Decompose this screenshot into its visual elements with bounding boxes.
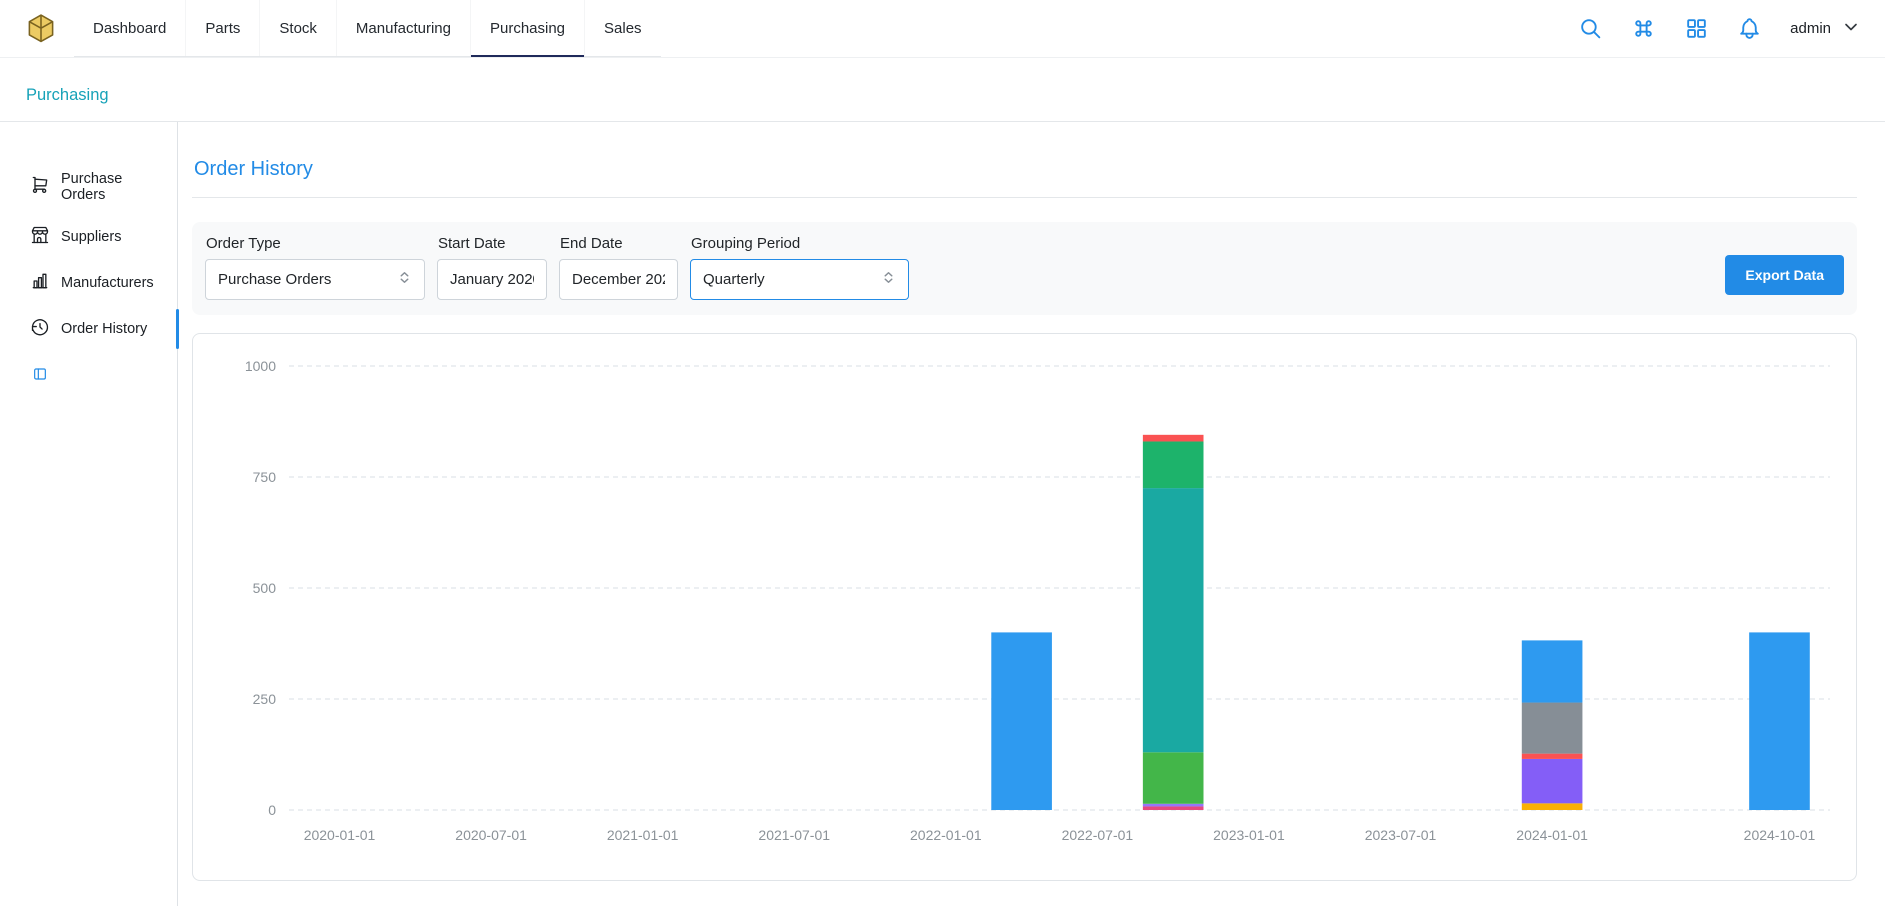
tab-label: Parts (205, 20, 240, 37)
tab-purchasing[interactable]: Purchasing (470, 0, 584, 56)
sidebar-item-purchase-orders[interactable]: Purchase Orders (0, 160, 177, 214)
sidebar-collapse-icon[interactable] (0, 352, 177, 382)
main-nav: Dashboard Parts Stock Manufacturing Purc… (74, 0, 661, 57)
svg-text:500: 500 (253, 580, 277, 596)
grouping-period-select[interactable]: Quarterly (690, 259, 909, 300)
svg-text:2023-01-01: 2023-01-01 (1213, 827, 1285, 843)
tab-label: Manufacturing (356, 20, 451, 37)
svg-text:2021-07-01: 2021-07-01 (758, 827, 830, 843)
tab-label: Sales (604, 20, 642, 37)
username-label: admin (1790, 20, 1831, 37)
tab-parts[interactable]: Parts (185, 0, 259, 56)
bar-chart-icon (30, 271, 50, 295)
svg-text:1000: 1000 (245, 358, 276, 374)
sidebar-item-manufacturers[interactable]: Manufacturers (0, 260, 177, 306)
tab-label: Stock (279, 20, 317, 37)
svg-text:2022-01-01: 2022-01-01 (910, 827, 982, 843)
user-menu[interactable]: admin (1790, 17, 1861, 41)
end-date-label: End Date (560, 235, 678, 252)
order-type-value: Purchase Orders (218, 271, 331, 288)
svg-text:0: 0 (268, 802, 276, 818)
shopping-cart-icon (30, 175, 50, 199)
order-type-select[interactable]: Purchase Orders (205, 259, 425, 300)
sidebar-item-order-history[interactable]: Order History (0, 306, 177, 352)
tab-label: Dashboard (93, 20, 166, 37)
sidebar-item-label: Order History (61, 321, 147, 337)
sidebar-item-label: Manufacturers (61, 275, 154, 291)
svg-text:2024-01-01: 2024-01-01 (1516, 827, 1588, 843)
building-store-icon (30, 225, 50, 249)
search-icon[interactable] (1578, 16, 1603, 41)
breadcrumb-purchasing[interactable]: Purchasing (26, 86, 109, 105)
end-date-group: End Date (559, 235, 678, 300)
tab-stock[interactable]: Stock (259, 0, 336, 56)
svg-text:2022-07-01: 2022-07-01 (1062, 827, 1134, 843)
filter-panel: Order Type Purchase Orders Start Date (192, 222, 1857, 315)
order-history-chart[interactable]: 0 250 500 750 1000 2020-01-01 2020-07-01 2021-0… (203, 350, 1846, 858)
start-date-group: Start Date (437, 235, 547, 300)
tab-sales[interactable]: Sales (584, 0, 661, 56)
tab-dashboard[interactable]: Dashboard (74, 0, 185, 56)
svg-text:2020-07-01: 2020-07-01 (455, 827, 527, 843)
content-area: Purchase Orders Suppliers Manufacturers (0, 122, 1885, 906)
tab-label: Purchasing (490, 20, 565, 37)
chevron-updown-icon (397, 270, 412, 289)
app-header: Dashboard Parts Stock Manufacturing Purc… (0, 0, 1885, 58)
end-date-input[interactable] (572, 271, 665, 288)
sidebar: Purchase Orders Suppliers Manufacturers (0, 122, 178, 906)
order-type-group: Order Type Purchase Orders (205, 235, 425, 300)
chart-card: 0 250 500 750 1000 2020-01-01 2020-07-01 2021-0… (192, 333, 1857, 881)
chevron-updown-icon (881, 270, 896, 289)
grouping-period-label: Grouping Period (691, 235, 909, 252)
header-actions: admin (1578, 16, 1861, 41)
export-data-button[interactable]: Export Data (1725, 255, 1844, 295)
end-date-field-wrap (559, 259, 678, 300)
start-date-field-wrap (437, 259, 547, 300)
chevron-down-icon[interactable] (1841, 17, 1861, 41)
command-icon[interactable] (1631, 16, 1656, 41)
grid-icon[interactable] (1684, 16, 1709, 41)
main-panel: Order History Order Type Purchase Orders… (178, 122, 1885, 906)
title-divider (192, 197, 1857, 198)
tab-manufacturing[interactable]: Manufacturing (336, 0, 470, 56)
order-type-label: Order Type (206, 235, 425, 252)
history-icon (30, 317, 50, 341)
svg-text:2023-07-01: 2023-07-01 (1365, 827, 1437, 843)
breadcrumb: Purchasing (0, 70, 1885, 122)
bell-icon[interactable] (1737, 16, 1762, 41)
svg-text:250: 250 (253, 691, 277, 707)
svg-text:2020-01-01: 2020-01-01 (304, 827, 376, 843)
sidebar-item-label: Purchase Orders (61, 171, 169, 203)
svg-text:750: 750 (253, 469, 277, 485)
start-date-input[interactable] (450, 271, 534, 288)
sidebar-item-label: Suppliers (61, 229, 121, 245)
sidebar-item-suppliers[interactable]: Suppliers (0, 214, 177, 260)
svg-text:2024-10-01: 2024-10-01 (1744, 827, 1816, 843)
grouping-period-value: Quarterly (703, 271, 765, 288)
grouping-period-group: Grouping Period Quarterly (690, 235, 909, 300)
svg-text:2021-01-01: 2021-01-01 (607, 827, 679, 843)
page-title: Order History (194, 158, 1857, 181)
start-date-label: Start Date (438, 235, 547, 252)
app-logo-icon[interactable] (24, 12, 58, 46)
